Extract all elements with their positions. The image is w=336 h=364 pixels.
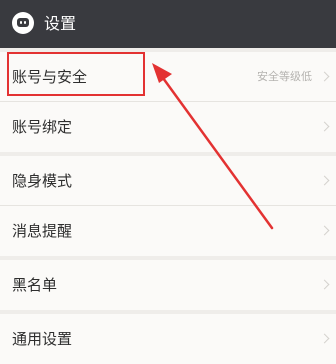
annotation-arrow [152, 63, 274, 230]
chevron-right-icon [319, 333, 330, 344]
